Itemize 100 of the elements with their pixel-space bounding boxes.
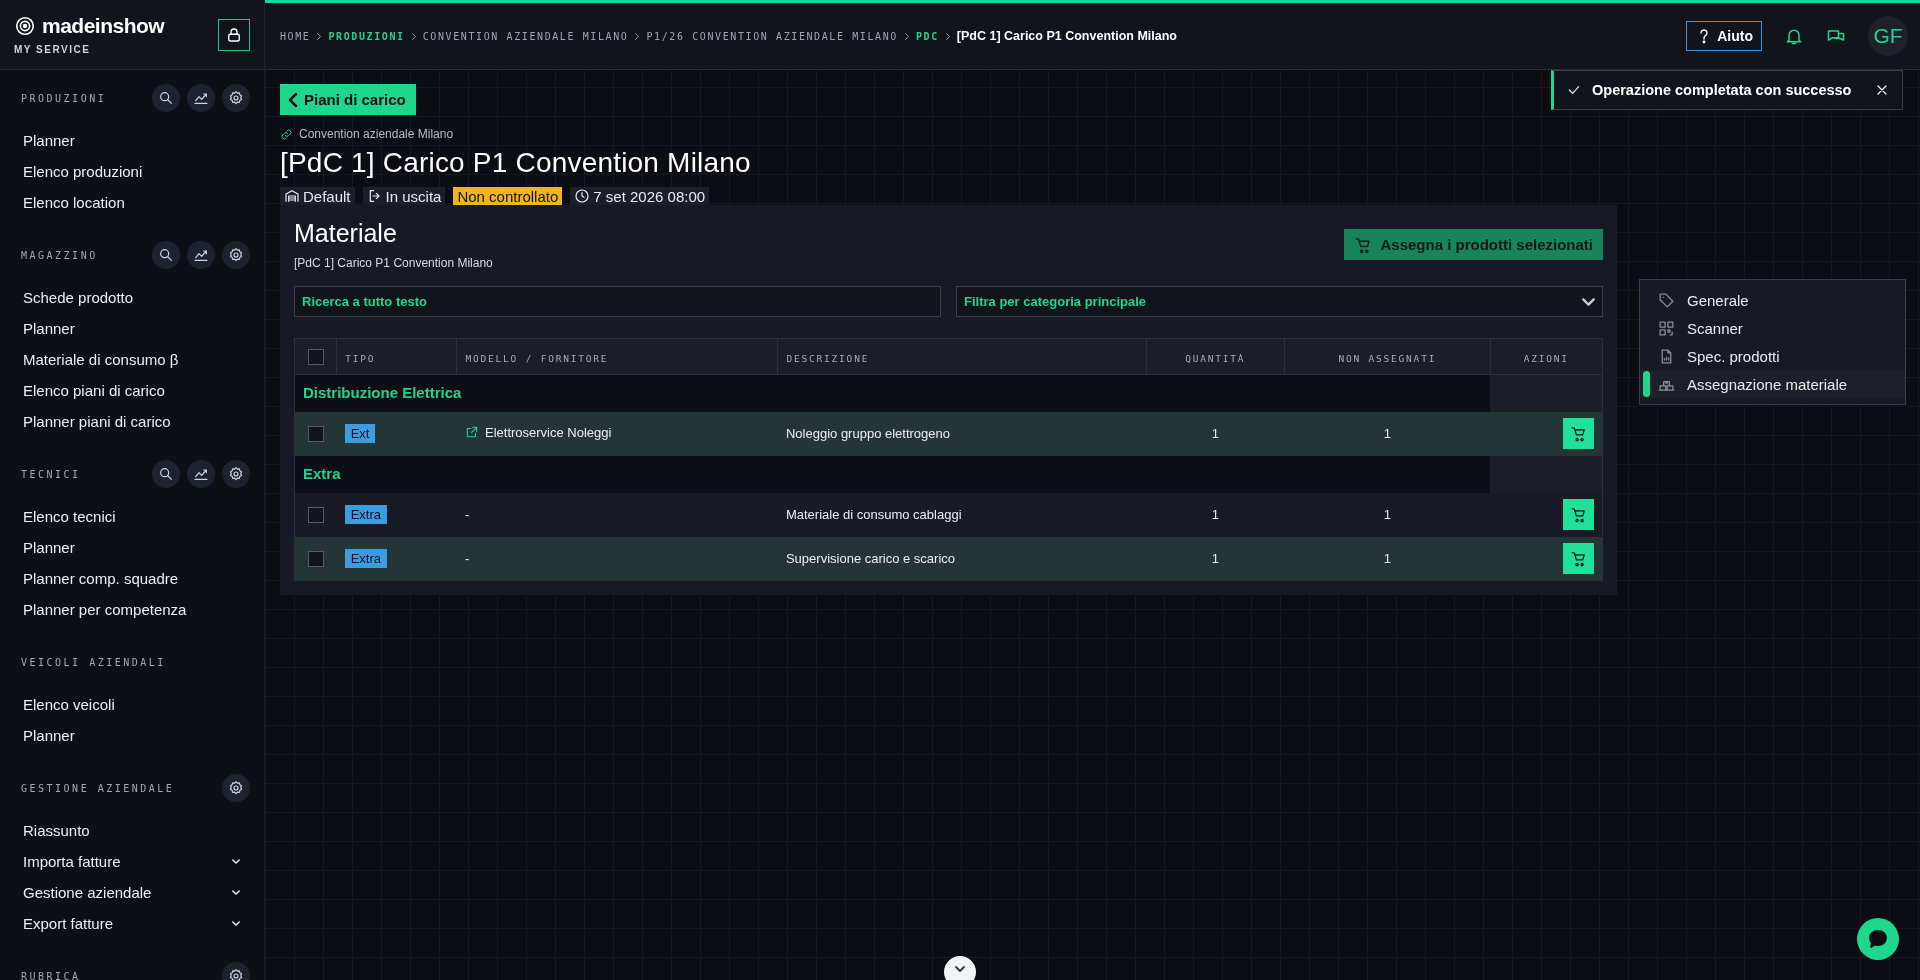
section-title: TECNICI	[21, 468, 81, 480]
status-tag: Default	[280, 187, 355, 205]
row-checkbox[interactable]	[307, 506, 324, 523]
column-header: QUANTITÀ	[1185, 352, 1246, 364]
logo-icon	[14, 15, 36, 37]
lock-icon	[225, 25, 243, 44]
brand-subtitle: MY SERVICE	[14, 44, 92, 55]
section-title: MAGAZZINO	[21, 249, 98, 261]
nav-item[interactable]: Planner per competenza	[21, 594, 250, 625]
settings-icon	[228, 968, 244, 980]
section-title: PRODUZIONI	[21, 92, 107, 104]
current-page-title: [PdC 1] Carico P1 Convention Milano	[956, 29, 1177, 43]
stats-button[interactable]	[187, 241, 215, 269]
settings-icon	[228, 247, 244, 263]
chevron-left-icon	[286, 92, 300, 107]
nav-item[interactable]: Schede prodotto	[21, 282, 250, 313]
nav-item[interactable]: Importa fatture	[21, 846, 250, 877]
search-button[interactable]	[152, 241, 180, 269]
parent-link[interactable]: Convention aziendale Milano	[280, 127, 454, 141]
settings-button[interactable]	[222, 460, 250, 488]
select-all-checkbox[interactable]	[307, 349, 324, 366]
help-button[interactable]: Aiuto	[1686, 21, 1762, 51]
search-icon	[158, 247, 174, 263]
cart-icon	[1570, 549, 1587, 567]
nav-item[interactable]: Planner	[21, 720, 250, 751]
caret-icon	[232, 859, 240, 864]
success-toast: Operazione completata con successo	[1551, 70, 1903, 110]
assign-selected-button[interactable]: Assegna i prodotti selezionati	[1344, 229, 1603, 260]
cart-icon	[1570, 506, 1587, 523]
nav-item[interactable]: Export fatture	[21, 908, 250, 939]
breadcrumb-link[interactable]: CONVENTION AZIENDALE MILANO	[422, 30, 629, 42]
group-title: Distribuzione Elettrica	[303, 384, 462, 402]
nav-item[interactable]: Planner piani di carico	[21, 406, 250, 437]
link-icon	[280, 127, 293, 141]
scanner-icon	[1658, 319, 1675, 337]
search-button[interactable]	[152, 84, 180, 112]
category-dropdown[interactable]: Filtra per categoria principale	[956, 286, 1603, 317]
search-icon	[158, 466, 174, 482]
nav-item[interactable]: Planner	[21, 125, 250, 156]
settings-button[interactable]	[222, 241, 250, 269]
page-title: [PdC 1] Carico P1 Convention Milano	[280, 147, 751, 179]
assign-button[interactable]	[1563, 499, 1594, 530]
table-cell: 1	[1383, 550, 1391, 566]
menu-item[interactable]: Scanner	[1640, 314, 1905, 342]
nav-item[interactable]: Materiale di consumo β	[21, 344, 250, 375]
nav-item[interactable]: Elenco piani di carico	[21, 375, 250, 406]
chevron-right-icon	[317, 32, 322, 40]
external-link-icon	[465, 425, 479, 440]
breadcrumb-link[interactable]: P1/26 CONVENTION AZIENDALE MILANO	[646, 30, 898, 42]
row-checkbox[interactable]	[307, 425, 324, 442]
nav-item[interactable]: Planner	[21, 313, 250, 344]
clock-icon	[574, 188, 591, 204]
menu-item[interactable]: Generale	[1640, 286, 1905, 314]
speech-bubble-icon	[1866, 927, 1890, 951]
menu-item[interactable]: Spec. prodotti	[1640, 342, 1905, 370]
nav-item[interactable]: Riassunto	[21, 815, 250, 846]
settings-button[interactable]	[222, 84, 250, 112]
nav-item[interactable]: Elenco veicoli	[21, 689, 250, 720]
nav-item[interactable]: Planner comp. squadre	[21, 563, 250, 594]
nav-item[interactable]: Gestione aziendale	[21, 877, 250, 908]
row-checkbox[interactable]	[307, 550, 324, 567]
nav-item[interactable]: Elenco location	[21, 187, 250, 218]
chevron-right-icon	[635, 32, 640, 40]
stats-button[interactable]	[187, 84, 215, 112]
chevron-down-icon	[1582, 297, 1595, 306]
lock-button[interactable]	[218, 18, 250, 51]
table-cell: 1	[1383, 426, 1391, 441]
nav-item[interactable]: Elenco tecnici	[21, 501, 250, 532]
settings-icon	[228, 466, 244, 482]
table-cell: Supervisione carico e scarico	[785, 550, 956, 566]
assign-button[interactable]	[1563, 418, 1594, 449]
settings-button[interactable]	[222, 774, 250, 802]
table-cell: 1	[1211, 507, 1219, 522]
panel-subtitle: [PdC 1] Carico P1 Convention Milano	[294, 256, 493, 270]
brand-name: madeinshow	[42, 14, 165, 38]
menu-item[interactable]: Assegnazione materiale	[1640, 370, 1905, 398]
breadcrumb-link[interactable]: HOME	[280, 30, 311, 42]
search-icon	[158, 90, 174, 106]
chart-icon	[193, 466, 209, 482]
cart-icon	[1354, 235, 1373, 254]
column-header: NON ASSEGNATI	[1338, 352, 1437, 364]
assign-button[interactable]	[1563, 542, 1594, 574]
nav-item[interactable]: Elenco produzioni	[21, 156, 250, 187]
nav-item[interactable]: Planner	[21, 532, 250, 563]
back-button[interactable]: Piani di carico	[280, 84, 416, 115]
chevron-right-icon	[945, 32, 950, 40]
breadcrumb-link[interactable]: PDC	[915, 30, 939, 42]
column-header: TIPO	[345, 352, 376, 364]
user-avatar[interactable]: GF	[1868, 16, 1908, 56]
type-tag: Extra	[344, 505, 387, 524]
search-button[interactable]	[152, 460, 180, 488]
breadcrumb-link[interactable]: PRODUZIONI	[328, 30, 405, 42]
stats-button[interactable]	[187, 460, 215, 488]
table-cell: -	[465, 550, 470, 566]
section-title: RUBRICA	[21, 970, 81, 980]
supplier-link[interactable]: Elettroservice Noleggi	[465, 424, 612, 440]
warehouse-icon	[284, 188, 300, 204]
chevron-right-icon	[411, 32, 416, 40]
search-field[interactable]: Ricerca a tutto testo	[294, 286, 941, 317]
type-tag: Ext	[344, 424, 376, 443]
